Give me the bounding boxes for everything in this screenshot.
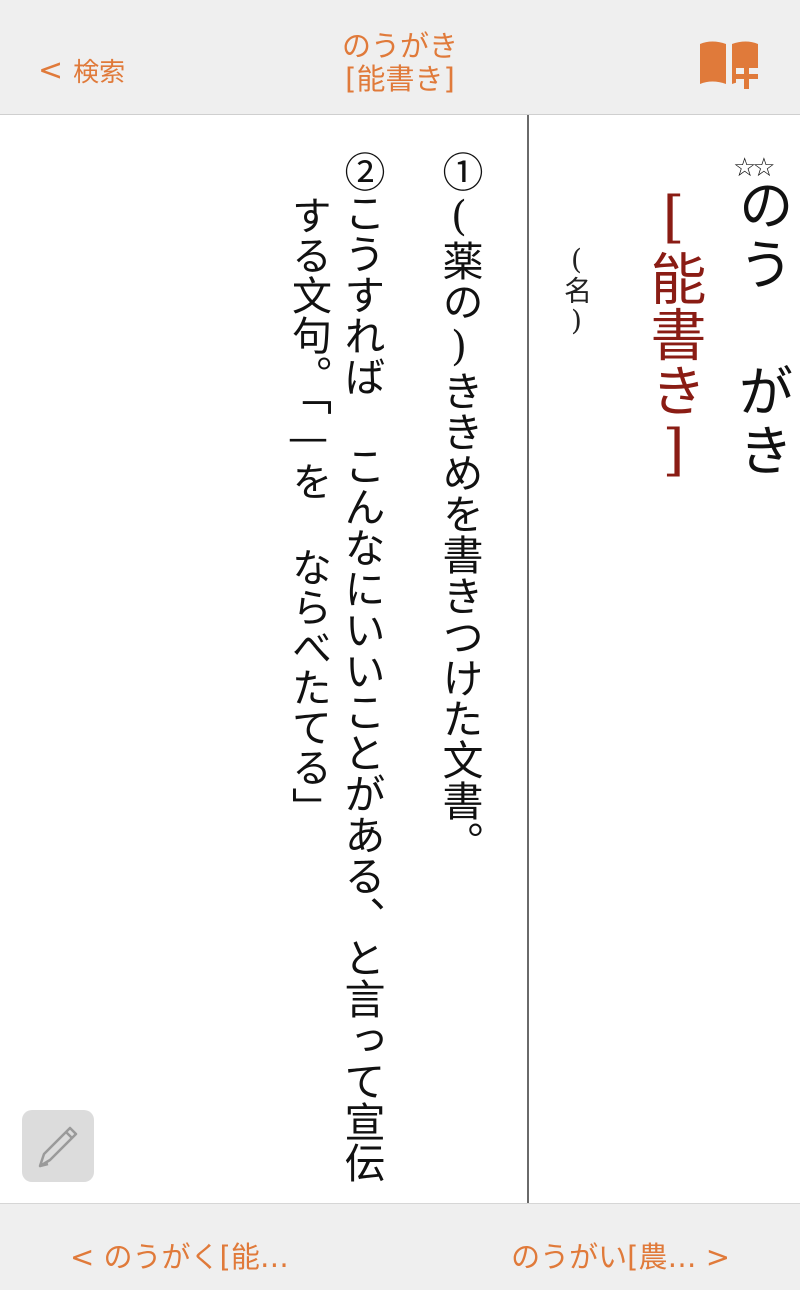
book-plus-icon[interactable] [698,38,762,90]
headword-kanji: [能書き] [641,185,706,483]
definition-1: ①(薬の)ききめを書きつけた文書。 [435,151,483,862]
definition-2: ②こうすれば こんなにいいことがある、と言って宣伝 [337,151,385,1183]
pen-icon [38,1126,78,1168]
title-kanji: [能書き] [345,62,455,96]
part-of-speech: (名) [560,243,593,337]
entry-content: ☆☆ のう がき [能書き] (名) ①(薬の)ききめを書きつけた文書。 ②こう… [0,115,800,1203]
page-title: のうがき [能書き] [250,30,550,96]
next-entry-link[interactable]: のうがい[農… > [511,1234,730,1276]
definition-2-continued: する文句。「—を ならべたてる」 [285,195,331,827]
title-reading: のうがき [341,29,458,63]
entry-pager: < のうがく[能… のうがい[農… > [0,1203,800,1290]
navigation-bar: < 検索 のうがき [能書き] [0,0,800,115]
back-to-search-button[interactable]: < 検索 [38,52,125,89]
headword-reading: のう がき [729,177,793,481]
previous-entry-link[interactable]: < のうがく[能… [70,1234,289,1276]
pen-button[interactable] [22,1110,94,1182]
chevron-left-icon: < [38,52,64,88]
back-label: 検索 [73,58,126,88]
vertical-divider [527,115,529,1203]
